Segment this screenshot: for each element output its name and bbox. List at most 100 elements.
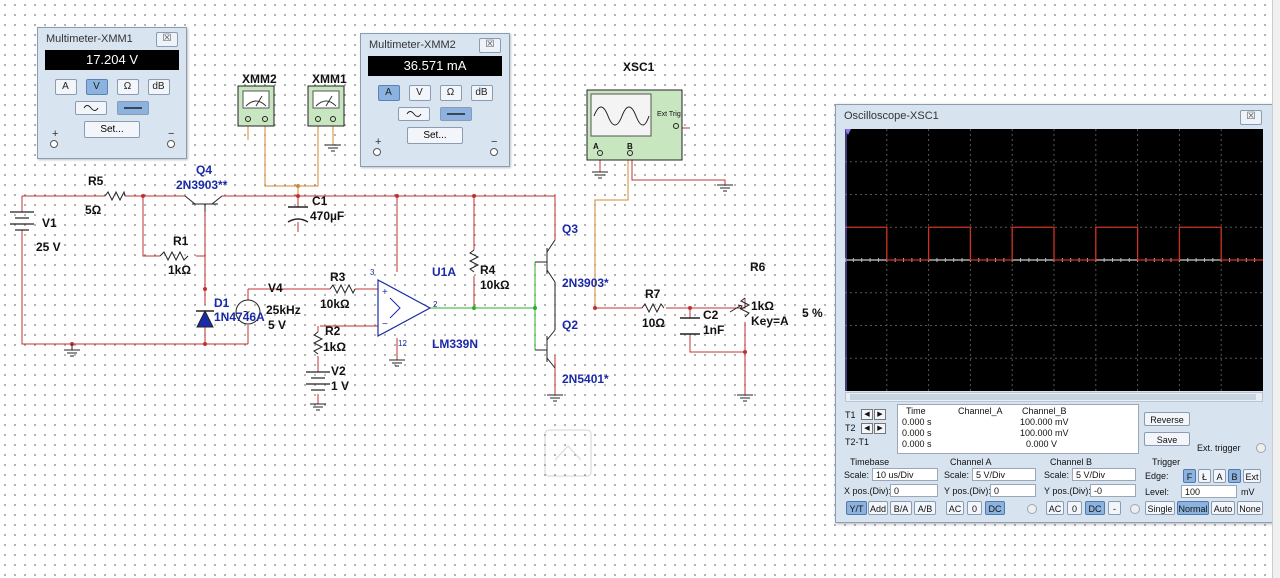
channel-b-scale-field[interactable]: 5 V/Div xyxy=(1072,468,1136,481)
rising-edge-button[interactable]: F xyxy=(1183,469,1196,483)
mode-ammeter-button[interactable]: A xyxy=(54,79,77,95)
cursor-readout-table: Time Channel_A Channel_B 0.000 s 100.000… xyxy=(897,404,1139,454)
trigger-single-button[interactable]: Single xyxy=(1145,501,1175,515)
v4-label: V4 xyxy=(268,281,283,295)
timebase-scale-label: Scale: xyxy=(844,470,870,480)
channel-a-scale-label: Scale: xyxy=(944,470,970,480)
v1-label: V1 xyxy=(42,216,57,230)
mode-db-button[interactable]: dB xyxy=(147,79,170,95)
yt-mode-button[interactable]: Y/T xyxy=(846,501,867,515)
ac-mode-button[interactable] xyxy=(398,107,430,121)
xmm1-label: XMM1 xyxy=(312,72,347,86)
r6-percent[interactable]: 5 % xyxy=(802,306,823,320)
channel-b-terminal-icon[interactable] xyxy=(1130,504,1140,514)
plus-terminal-icon[interactable] xyxy=(49,139,59,149)
channel-a-ypos-field[interactable]: 0 xyxy=(990,484,1036,497)
oscilloscope-xsc1-window[interactable]: Oscilloscope-XSC1 ☒ T1 T2 T2-T1 ◀ ▶ ◀ ▶ … xyxy=(835,104,1273,523)
svg-text:+: + xyxy=(382,287,388,298)
close-icon[interactable]: ☒ xyxy=(1240,110,1262,125)
oscilloscope-screen[interactable] xyxy=(845,129,1263,391)
close-icon[interactable]: ☒ xyxy=(479,38,501,53)
trigger-none-button[interactable]: None xyxy=(1237,501,1263,515)
trigger-edge-label: Edge: xyxy=(1145,471,1169,481)
channel-b-trace xyxy=(845,226,1263,261)
mode-voltmeter-button[interactable]: V xyxy=(85,79,108,95)
mode-ammeter-button[interactable]: A xyxy=(377,85,400,101)
r5-value: 5Ω xyxy=(85,203,102,217)
ext-trigger-terminal-icon[interactable] xyxy=(1256,443,1266,453)
opamp-pin-12: 12 xyxy=(398,339,407,348)
ba-mode-button[interactable]: B/A xyxy=(890,501,912,515)
channel-a-scale-field[interactable]: 5 V/Div xyxy=(972,468,1036,481)
scrollbar-thumb[interactable] xyxy=(850,394,1256,400)
reverse-button[interactable]: Reverse xyxy=(1144,412,1190,426)
horizontal-scrollbar[interactable] xyxy=(845,392,1263,402)
channel-b-invert-button[interactable]: - xyxy=(1108,501,1121,515)
trigger-normal-button[interactable]: Normal xyxy=(1177,501,1209,515)
meter-display: 36.571 mA xyxy=(368,56,502,76)
timebase-xpos-field[interactable]: 0 xyxy=(890,484,938,497)
r1-label: R1 xyxy=(173,234,189,248)
d1-part: 1N4746A xyxy=(214,310,265,324)
canvas-vertical-scrollbar[interactable] xyxy=(1272,0,1280,578)
r6-value: 1kΩ xyxy=(751,299,774,313)
channel-a-zero-button[interactable]: 0 xyxy=(967,501,982,515)
t2-left-arrow-icon[interactable]: ◀ xyxy=(861,423,873,434)
v2-value: 1 V xyxy=(331,379,350,393)
t1-label: T1 xyxy=(845,410,856,420)
trigger-level-field[interactable]: 100 xyxy=(1181,485,1237,498)
plus-terminal-icon[interactable] xyxy=(372,147,382,157)
timebase-scale-field[interactable]: 10 us/Div xyxy=(872,468,938,481)
sine-wave-icon xyxy=(83,105,99,111)
channel-a-heading: Channel A xyxy=(950,457,992,467)
ac-mode-button[interactable] xyxy=(75,101,107,115)
multimeter-xmm2-window[interactable]: Multimeter-XMM2 ☒ 36.571 mA A V Ω dB Set… xyxy=(360,33,510,167)
channel-a-terminal-icon[interactable] xyxy=(1027,504,1037,514)
close-icon[interactable]: ☒ xyxy=(156,32,178,47)
q4-label: Q4 xyxy=(196,163,213,177)
readout-t2-b: 100.000 mV xyxy=(1020,428,1069,438)
t2-right-arrow-icon[interactable]: ▶ xyxy=(874,423,886,434)
mode-ohmmeter-button[interactable]: Ω xyxy=(439,85,462,101)
save-button[interactable]: Save xyxy=(1144,432,1190,446)
c1-value: 470µF xyxy=(310,209,345,223)
channel-b-zero-button[interactable]: 0 xyxy=(1067,501,1082,515)
r1-value: 1kΩ xyxy=(168,263,191,277)
multimeter-xmm1-window[interactable]: Multimeter-XMM1 ☒ 17.204 V A V Ω dB Set.… xyxy=(37,27,187,159)
svg-text:−: − xyxy=(382,319,388,330)
r7-value: 10Ω xyxy=(642,316,665,330)
channel-b-dc-button[interactable]: DC xyxy=(1085,501,1105,515)
falling-edge-button[interactable]: Ł xyxy=(1198,469,1211,483)
trigger-auto-button[interactable]: Auto xyxy=(1211,501,1235,515)
r2-label: R2 xyxy=(325,324,341,338)
t2-label: T2 xyxy=(845,423,856,433)
ab-mode-button[interactable]: A/B xyxy=(914,501,936,515)
u1a-part: LM339N xyxy=(432,337,479,351)
channel-b-ac-button[interactable]: AC xyxy=(1046,501,1064,515)
readout-header-channel-b: Channel_B xyxy=(1022,406,1067,416)
mode-db-button[interactable]: dB xyxy=(470,85,493,101)
channel-b-ypos-field[interactable]: -0 xyxy=(1090,484,1136,497)
set-button[interactable]: Set... xyxy=(84,121,140,138)
t1-right-arrow-icon[interactable]: ▶ xyxy=(874,409,886,420)
v2-label: V2 xyxy=(331,364,346,378)
trigger-source-a-button[interactable]: A xyxy=(1213,469,1226,483)
minus-terminal-icon[interactable] xyxy=(166,139,176,149)
channel-a-ac-button[interactable]: AC xyxy=(946,501,964,515)
trigger-source-ext-button[interactable]: Ext xyxy=(1243,469,1261,483)
set-button[interactable]: Set... xyxy=(407,127,463,144)
meter-display: 17.204 V xyxy=(45,50,179,70)
dc-mode-button[interactable] xyxy=(440,107,472,121)
timebase-heading: Timebase xyxy=(850,457,890,467)
c2-value: 1nF xyxy=(703,323,725,337)
mode-ohmmeter-button[interactable]: Ω xyxy=(116,79,139,95)
dc-mode-button[interactable] xyxy=(117,101,149,115)
dc-line-icon xyxy=(447,113,465,115)
channel-a-dc-button[interactable]: DC xyxy=(985,501,1005,515)
add-mode-button[interactable]: Add xyxy=(868,501,888,515)
v4-frequency: 25kHz xyxy=(266,303,301,317)
trigger-source-b-button[interactable]: B xyxy=(1228,469,1241,483)
t1-left-arrow-icon[interactable]: ◀ xyxy=(861,409,873,420)
minus-terminal-icon[interactable] xyxy=(489,147,499,157)
mode-voltmeter-button[interactable]: V xyxy=(408,85,431,101)
